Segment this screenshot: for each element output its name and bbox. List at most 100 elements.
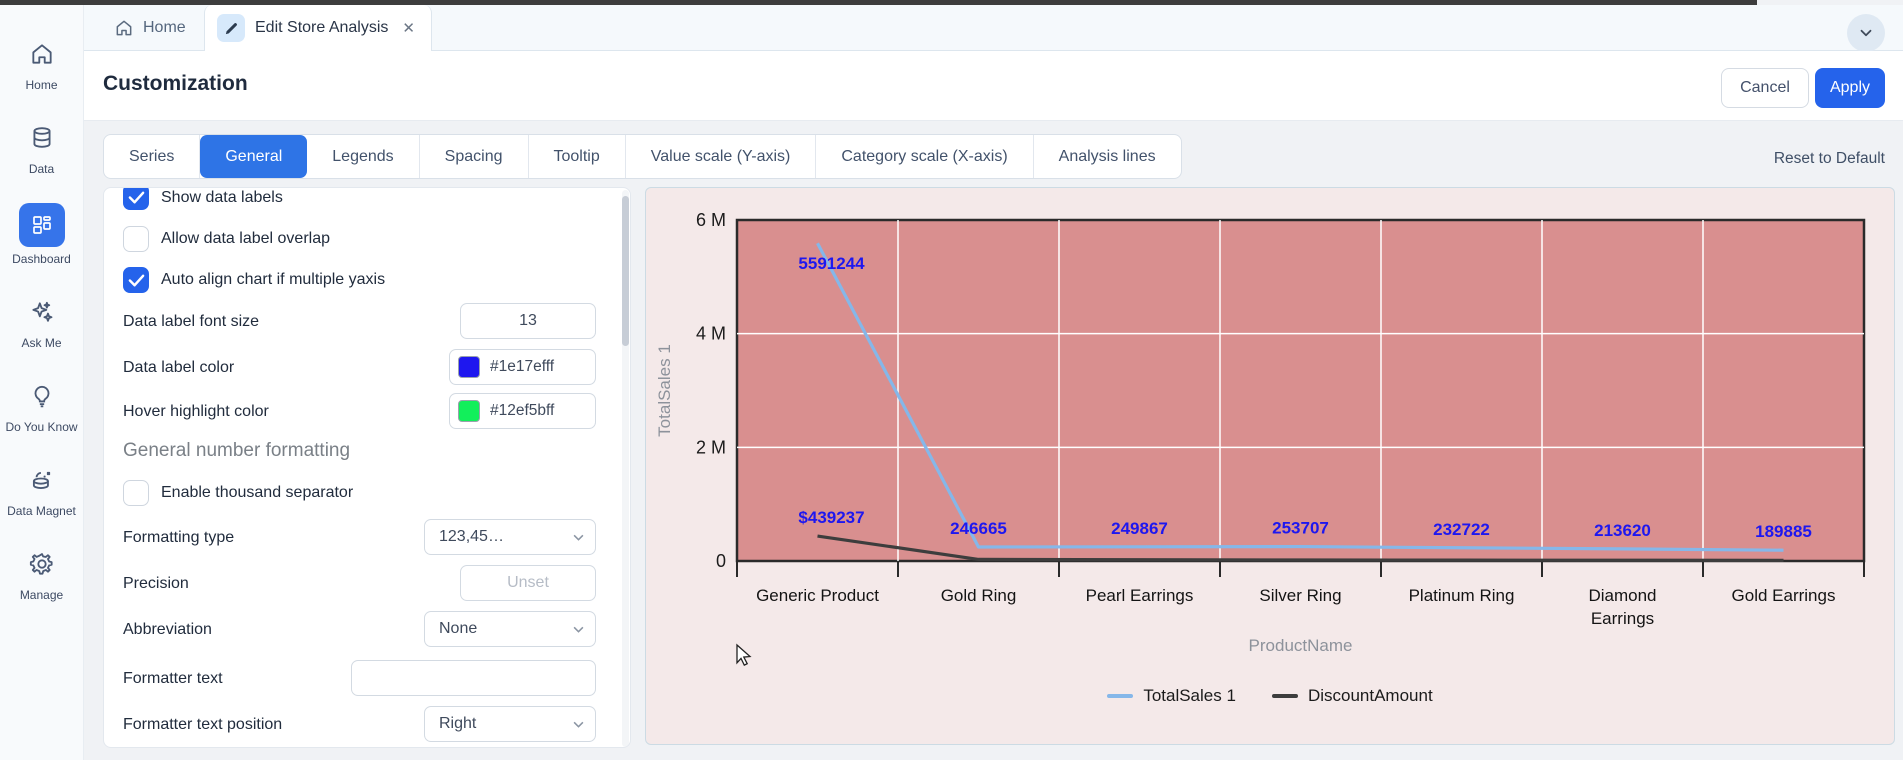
formatting-type-select[interactable]: 123,45… xyxy=(424,519,596,555)
cancel-button[interactable]: Cancel xyxy=(1721,68,1809,108)
data-label-font-size-input[interactable] xyxy=(460,303,596,339)
checkbox-label: Enable thousand separator xyxy=(161,484,354,501)
precision-input[interactable] xyxy=(460,565,596,601)
data-label-color-picker[interactable]: #1e17efff xyxy=(449,349,596,385)
checkbox-label: Auto align chart if multiple yaxis xyxy=(161,271,386,288)
color-hex-value: #12ef5bff xyxy=(490,402,555,419)
reset-to-default-link[interactable]: Reset to Default xyxy=(1774,150,1885,168)
legend-item-1[interactable]: DiscountAmount xyxy=(1271,686,1433,706)
form-panel-scrollbar[interactable] xyxy=(622,190,629,747)
field-label: Formatting type xyxy=(123,529,235,546)
color-hex-value: #1e17efff xyxy=(490,358,555,375)
select-value: 123,45… xyxy=(439,528,504,545)
field-label: Formatter text position xyxy=(123,716,283,733)
chart-preview-panel[interactable]: 5591244 246665 249867 253707 232722 213620 189… xyxy=(645,187,1895,745)
y-tick-label: 2 M xyxy=(696,437,726,457)
tab-value-scale[interactable]: Value scale (Y-axis) xyxy=(626,135,817,178)
doc-tab-edit-store-analysis[interactable]: Edit Store Analysis ✕ xyxy=(204,5,432,51)
formatter-text-position-select[interactable]: Right xyxy=(424,706,596,742)
close-icon[interactable]: ✕ xyxy=(402,19,415,37)
y-axis-title: TotalSales 1 xyxy=(655,344,674,437)
data-label: 213620 xyxy=(1594,521,1651,540)
checkbox-label: Show data labels xyxy=(161,189,283,206)
chevron-down-icon xyxy=(573,534,584,541)
legend-swatch xyxy=(1107,694,1134,698)
x-category-label: Pearl Earrings xyxy=(1086,586,1194,605)
y-tick-label: 4 M xyxy=(696,324,726,344)
field-label: Abbreviation xyxy=(123,621,212,638)
legend-swatch xyxy=(1271,694,1298,698)
gear-icon xyxy=(19,545,65,583)
sidebar-item-label: Do You Know xyxy=(5,420,78,434)
document-tab-strip: Home Edit Store Analysis ✕ xyxy=(84,5,1903,52)
general-settings-panel: Show data labels Allow data label overla… xyxy=(103,187,631,748)
select-value: None xyxy=(439,620,478,637)
y-tick-label: 0 xyxy=(716,551,726,571)
sidebar-item-manage[interactable]: Manage xyxy=(0,545,83,603)
formatter-text-input[interactable] xyxy=(351,660,596,696)
data-magnet-icon xyxy=(19,461,65,499)
color-swatch-blue[interactable] xyxy=(458,356,480,378)
home-breadcrumb-tab[interactable]: Home xyxy=(100,5,200,50)
show-data-labels-checkbox[interactable] xyxy=(123,188,149,210)
chart-legend: TotalSales 1 DiscountAmount xyxy=(646,686,1894,706)
database-icon xyxy=(19,119,65,157)
home-icon xyxy=(19,35,65,73)
scrollbar-thumb[interactable] xyxy=(622,196,629,346)
lightbulb-icon xyxy=(19,377,65,415)
checkbox-label: Allow data label overlap xyxy=(161,230,330,247)
tab-legends[interactable]: Legends xyxy=(307,135,420,178)
apply-button[interactable]: Apply xyxy=(1815,68,1885,108)
y-tick-label: 6 M xyxy=(696,210,726,230)
tab-general[interactable]: General xyxy=(200,135,308,178)
check-icon xyxy=(128,191,145,204)
select-value: Right xyxy=(439,715,477,732)
field-label: Precision xyxy=(123,575,189,592)
abbreviation-select[interactable]: None xyxy=(424,611,596,647)
line-chart[interactable]: 5591244 246665 249867 253707 232722 213620 189… xyxy=(646,188,1896,746)
collapse-panel-button[interactable] xyxy=(1847,14,1885,52)
sidebar-item-data-magnet[interactable]: Data Magnet xyxy=(0,461,83,519)
legend-label: DiscountAmount xyxy=(1307,686,1433,705)
tab-tooltip[interactable]: Tooltip xyxy=(529,135,626,178)
allow-data-label-overlap-checkbox[interactable] xyxy=(123,226,149,252)
enable-thousand-separator-checkbox[interactable] xyxy=(123,480,149,506)
sidebar: Home Data Dashboard Ask Me Do You Know D… xyxy=(0,5,84,760)
auto-align-checkbox[interactable] xyxy=(123,267,149,293)
section-heading-number-formatting: General number formatting xyxy=(123,440,351,461)
sidebar-item-label: Ask Me xyxy=(21,336,62,350)
x-category-label: Generic Product xyxy=(756,586,879,605)
home-icon xyxy=(116,20,132,35)
page-title: Customization xyxy=(103,72,248,95)
data-label: 253707 xyxy=(1272,519,1329,538)
chevron-down-icon xyxy=(573,626,584,633)
sidebar-item-home[interactable]: Home xyxy=(0,35,83,93)
sparkles-icon xyxy=(19,293,65,331)
sidebar-item-do-you-know[interactable]: Do You Know xyxy=(0,377,83,435)
sidebar-item-label: Data xyxy=(28,162,55,176)
customization-header: Customization Cancel Apply xyxy=(84,51,1903,121)
x-axis-title: ProductName xyxy=(1249,636,1353,655)
field-label: Data label font size xyxy=(123,313,260,330)
sidebar-item-dashboard[interactable]: Dashboard xyxy=(0,203,83,267)
data-label: 232722 xyxy=(1433,520,1490,539)
color-swatch-green[interactable] xyxy=(458,400,480,422)
plot-area[interactable] xyxy=(735,218,1866,563)
tab-series[interactable]: Series xyxy=(104,135,201,178)
data-label: $439237 xyxy=(798,508,864,527)
check-icon xyxy=(128,274,145,287)
tab-spacing[interactable]: Spacing xyxy=(420,135,529,178)
sidebar-item-data[interactable]: Data xyxy=(0,119,83,177)
data-label: 5591244 xyxy=(798,254,865,273)
doc-tab-label: Edit Store Analysis xyxy=(255,19,389,36)
x-category-label: Platinum Ring xyxy=(1409,586,1515,605)
legend-item-0[interactable]: TotalSales 1 xyxy=(1107,686,1236,706)
sidebar-item-label: Manage xyxy=(19,588,64,602)
hover-highlight-color-picker[interactable]: #12ef5bff xyxy=(449,393,596,429)
tab-category-scale[interactable]: Category scale (X-axis) xyxy=(816,135,1034,178)
sidebar-item-label: Dashboard xyxy=(12,252,71,266)
customization-tab-group: Series General Legends Spacing Tooltip V… xyxy=(103,134,1182,179)
sidebar-item-label: Home xyxy=(25,78,58,92)
tab-analysis-lines[interactable]: Analysis lines xyxy=(1034,135,1181,178)
sidebar-item-ask-me[interactable]: Ask Me xyxy=(0,293,83,351)
